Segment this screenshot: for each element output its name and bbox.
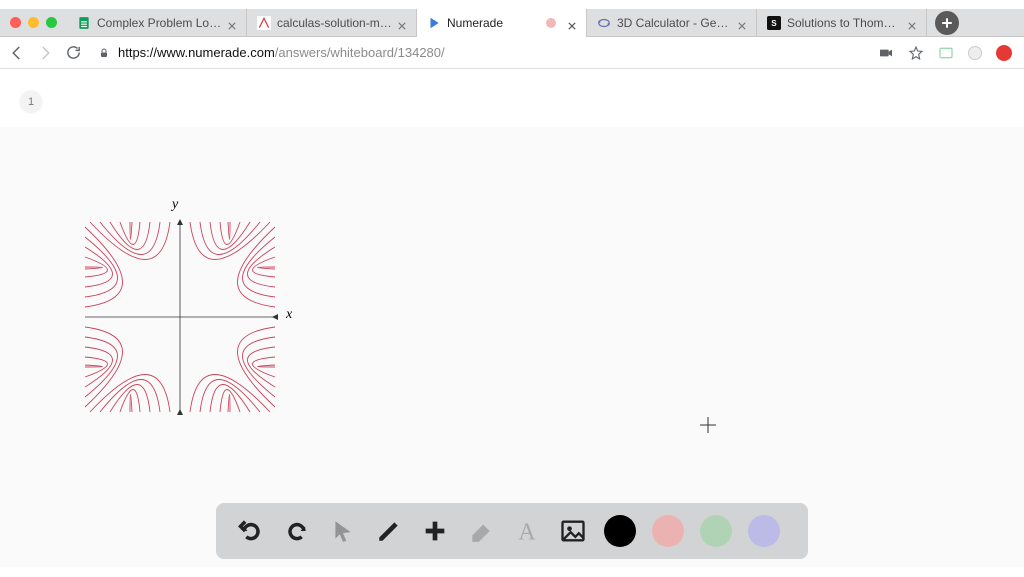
close-tab-icon[interactable] [568,19,576,27]
camera-icon[interactable] [878,45,894,61]
close-window-button[interactable] [10,17,21,28]
cursor-crosshair [700,417,716,433]
tab-bar: Complex Problem Log_Britt… calculas-solu… [0,9,1024,37]
profile-avatar[interactable] [968,46,982,60]
tab-complex-problem-log[interactable]: Complex Problem Log_Britt… [67,9,247,37]
whiteboard-toolbar: A [216,503,808,559]
slader-icon: S [767,16,781,30]
extension-icon[interactable] [938,45,954,61]
axis-y-label: y [172,197,178,213]
back-button[interactable] [8,44,26,62]
recording-icon [546,18,556,28]
add-tool-button[interactable] [420,516,450,546]
browser-actions [878,45,1016,61]
axis-x-label: x [286,307,292,323]
maximize-window-button[interactable] [46,17,57,28]
pencil-tool-button[interactable] [374,516,404,546]
numerade-alt-icon [257,16,271,30]
minimize-window-button[interactable] [28,17,39,28]
svg-text:S: S [771,18,777,27]
lock-icon [98,47,110,59]
undo-button[interactable] [236,516,266,546]
svg-text:A: A [518,520,536,544]
tab-calculas-solution-manual[interactable]: calculas-solution-manual-n… [247,9,417,37]
url-input[interactable]: https://www.numerade.com/answers/whitebo… [92,45,868,60]
url-host: https://www.numerade.com/answers/whitebo… [118,45,445,60]
new-tab-button[interactable] [935,11,959,35]
forward-button[interactable] [36,44,54,62]
tab-title: Complex Problem Log_Britt… [97,16,222,30]
geogebra-icon [597,16,611,30]
sheets-icon [77,16,91,30]
tab-title: 3D Calculator - GeoGebra [617,16,732,30]
tab-title: Solutions to Thomas' Calcu… [787,16,902,30]
eraser-tool-button[interactable] [466,516,496,546]
numerade-icon [427,16,441,30]
redo-button[interactable] [282,516,312,546]
extension-red-icon[interactable] [996,45,1012,61]
page-number-badge[interactable]: 1 [20,91,42,113]
window-controls [0,17,67,28]
tab-slader[interactable]: S Solutions to Thomas' Calcu… [757,9,927,37]
whiteboard-canvas[interactable]: y x [0,127,1024,567]
color-green-button[interactable] [700,515,732,547]
star-icon[interactable] [908,45,924,61]
tab-title: Numerade [447,16,503,30]
color-purple-button[interactable] [748,515,780,547]
pointer-tool-button[interactable] [328,516,358,546]
tab-title: calculas-solution-manual-n… [277,16,392,30]
tab-numerade[interactable]: Numerade [417,9,587,37]
address-bar: https://www.numerade.com/answers/whitebo… [0,37,1024,69]
contour-plot [80,217,280,417]
text-tool-button[interactable]: A [512,516,542,546]
close-tab-icon[interactable] [908,19,916,27]
tab-geogebra[interactable]: 3D Calculator - GeoGebra [587,9,757,37]
color-black-button[interactable] [604,515,636,547]
image-tool-button[interactable] [558,516,588,546]
page-content: 1 y x [0,69,1024,577]
close-tab-icon[interactable] [228,19,236,27]
close-tab-icon[interactable] [398,19,406,27]
color-pink-button[interactable] [652,515,684,547]
reload-button[interactable] [64,44,82,62]
close-tab-icon[interactable] [738,19,746,27]
